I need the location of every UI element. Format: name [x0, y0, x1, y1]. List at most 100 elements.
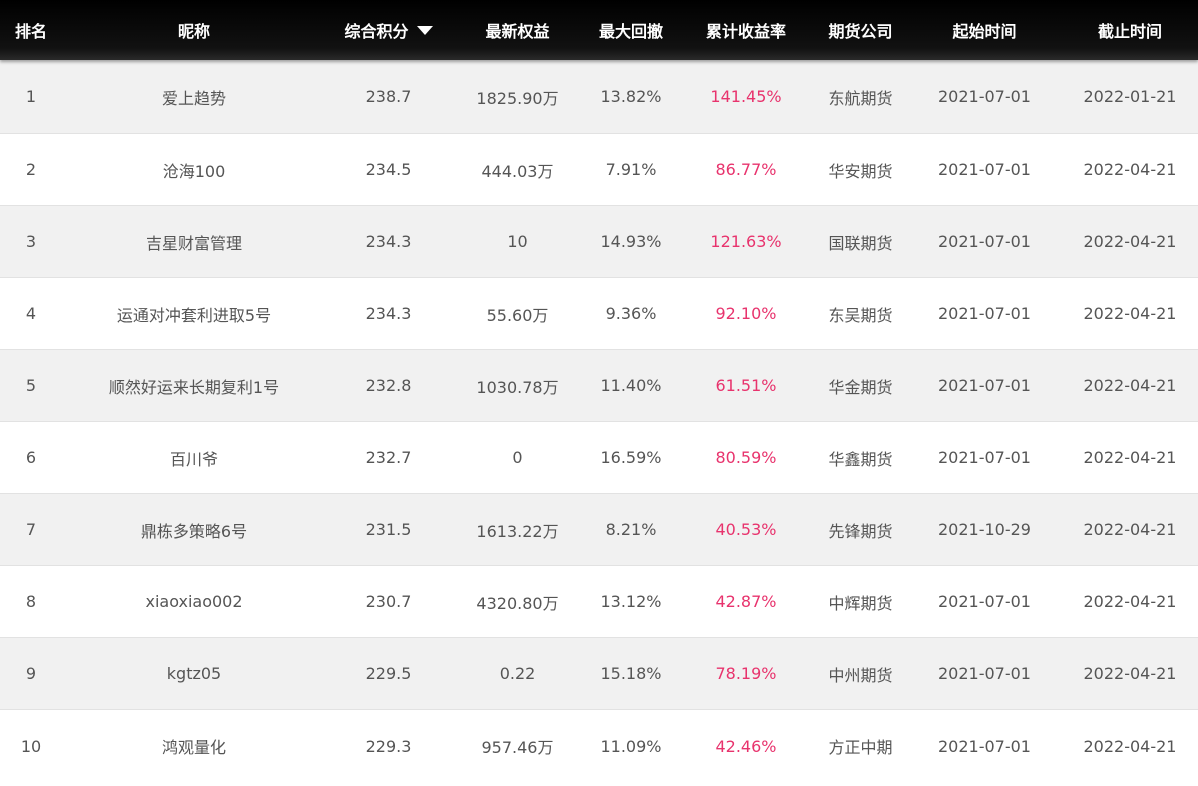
- table-row[interactable]: 6 百川爷 232.7 0 16.59% 80.59% 华鑫期货 2021-07…: [0, 422, 1198, 494]
- company-cell: 先锋期货: [828, 521, 893, 541]
- company-cell: 中州期货: [828, 665, 893, 685]
- table-row[interactable]: 1 爱上趋势 238.7 1825.90万 13.82% 141.45% 东航期…: [0, 60, 1198, 134]
- score-cell: 232.8: [365, 376, 412, 395]
- column-header-company[interactable]: 期货公司: [814, 18, 907, 42]
- table-row[interactable]: 2 沧海100 234.5 444.03万 7.91% 86.77% 华安期货 …: [0, 134, 1198, 206]
- score-cell: 232.7: [365, 448, 412, 467]
- rank-cell: 7: [25, 520, 37, 539]
- end-date-cell: 2022-04-21: [1083, 664, 1177, 683]
- rank-cell: 5: [25, 376, 37, 395]
- column-header-cumulative-return[interactable]: 累计收益率: [678, 18, 814, 42]
- company-cell: 东航期货: [828, 88, 893, 108]
- end-date-cell: 2022-04-21: [1083, 304, 1177, 323]
- equity-cell: 0.22: [499, 664, 536, 683]
- column-header-max-drawdown[interactable]: 最大回撤: [584, 18, 678, 42]
- cumulative-return-cell: 141.45%: [710, 87, 782, 106]
- start-date-cell: 2021-07-01: [938, 592, 1031, 611]
- max-drawdown-cell: 9.36%: [605, 304, 657, 323]
- table-header: 排名 昵称 综合积分 最新权益 最大回撤 累计收益率 期货公司 起始时间 截止时…: [0, 0, 1198, 60]
- ranking-table: 排名 昵称 综合积分 最新权益 最大回撤 累计收益率 期货公司 起始时间 截止时…: [0, 0, 1198, 782]
- column-header-score-label: 综合积分: [344, 22, 409, 41]
- end-date-cell: 2022-04-21: [1083, 448, 1177, 467]
- company-cell: 方正中期: [828, 738, 893, 757]
- score-cell: 229.3: [365, 736, 412, 756]
- column-header-end-date[interactable]: 截止时间: [1062, 18, 1198, 42]
- equity-cell: 10: [507, 232, 528, 251]
- name-cell[interactable]: 顺然好运来长期复利1号: [62, 374, 326, 398]
- cumulative-return-cell: 80.59%: [715, 448, 777, 467]
- score-cell: 230.7: [365, 592, 412, 611]
- name-cell[interactable]: 鼎栋多策略6号: [62, 518, 326, 542]
- end-date-cell: 2022-04-21: [1083, 160, 1177, 179]
- column-header-start-date[interactable]: 起始时间: [907, 18, 1062, 42]
- max-drawdown-cell: 11.09%: [600, 736, 662, 756]
- max-drawdown-cell: 16.59%: [600, 448, 662, 467]
- table-row[interactable]: 7 鼎栋多策略6号 231.5 1613.22万 8.21% 40.53% 先锋…: [0, 494, 1198, 566]
- start-date-cell: 2021-07-01: [938, 87, 1031, 106]
- cumulative-return-cell: 92.10%: [715, 304, 777, 323]
- max-drawdown-cell: 13.12%: [600, 592, 662, 611]
- column-header-rank[interactable]: 排名: [0, 18, 62, 42]
- caret-down-icon[interactable]: [416, 26, 433, 35]
- name-cell[interactable]: kgtz05: [62, 664, 326, 683]
- table-row[interactable]: 5 顺然好运来长期复利1号 232.8 1030.78万 11.40% 61.5…: [0, 350, 1198, 422]
- score-cell: 234.3: [365, 304, 412, 323]
- cumulative-return-cell: 86.77%: [715, 160, 777, 179]
- score-cell: 238.7: [365, 87, 412, 106]
- table-row[interactable]: 10 鸿观量化 229.3 957.46万 11.09% 42.46% 方正中期…: [0, 710, 1198, 782]
- rank-cell: 6: [25, 448, 37, 467]
- start-date-cell: 2021-07-01: [938, 376, 1031, 395]
- company-cell: 华安期货: [828, 161, 893, 181]
- max-drawdown-cell: 8.21%: [605, 520, 657, 539]
- rank-cell: 2: [25, 160, 37, 179]
- start-date-cell: 2021-07-01: [938, 304, 1031, 323]
- rank-cell: 9: [25, 664, 37, 683]
- column-header-name[interactable]: 昵称: [62, 18, 326, 42]
- name-cell[interactable]: 鸿观量化: [62, 734, 326, 758]
- company-cell: 中辉期货: [828, 593, 893, 613]
- name-cell[interactable]: xiaoxiao002: [62, 592, 326, 611]
- column-header-equity[interactable]: 最新权益: [451, 18, 584, 42]
- company-cell: 国联期货: [828, 233, 893, 253]
- name-cell[interactable]: 爱上趋势: [62, 85, 326, 109]
- score-cell: 234.5: [365, 160, 412, 179]
- end-date-cell: 2022-04-21: [1083, 232, 1177, 251]
- score-cell: 231.5: [365, 520, 412, 539]
- max-drawdown-cell: 11.40%: [600, 376, 662, 395]
- max-drawdown-cell: 13.82%: [600, 87, 662, 106]
- rank-cell: 3: [25, 232, 37, 251]
- score-cell: 234.3: [365, 232, 412, 251]
- cumulative-return-cell: 78.19%: [715, 664, 777, 683]
- name-cell[interactable]: 吉星财富管理: [62, 230, 326, 254]
- rank-cell: 1: [25, 87, 37, 106]
- rank-cell: 4: [25, 304, 37, 323]
- equity-cell: 55.60万: [486, 305, 549, 325]
- table-row[interactable]: 3 吉星财富管理 234.3 10 14.93% 121.63% 国联期货 20…: [0, 206, 1198, 278]
- end-date-cell: 2022-04-21: [1083, 736, 1177, 756]
- cumulative-return-cell: 42.46%: [715, 736, 777, 756]
- start-date-cell: 2021-07-01: [938, 664, 1031, 683]
- table-row[interactable]: 4 运通对冲套利进取5号 234.3 55.60万 9.36% 92.10% 东…: [0, 278, 1198, 350]
- cumulative-return-cell: 40.53%: [715, 520, 777, 539]
- start-date-cell: 2021-07-01: [938, 448, 1031, 467]
- name-cell[interactable]: 百川爷: [62, 446, 326, 470]
- equity-cell: 957.46万: [481, 738, 554, 757]
- name-cell[interactable]: 沧海100: [62, 158, 326, 182]
- table-row[interactable]: 9 kgtz05 229.5 0.22 15.18% 78.19% 中州期货 2…: [0, 638, 1198, 710]
- end-date-cell: 2022-04-21: [1083, 376, 1177, 395]
- equity-cell: 1613.22万: [476, 521, 559, 541]
- rank-cell: 10: [20, 736, 42, 756]
- start-date-cell: 2021-07-01: [938, 736, 1031, 756]
- end-date-cell: 2022-04-21: [1083, 520, 1177, 539]
- rank-cell: 8: [25, 592, 37, 611]
- table-row[interactable]: 8 xiaoxiao002 230.7 4320.80万 13.12% 42.8…: [0, 566, 1198, 638]
- equity-cell: 1825.90万: [476, 88, 559, 108]
- start-date-cell: 2021-07-01: [938, 160, 1031, 179]
- company-cell: 华鑫期货: [828, 449, 893, 469]
- max-drawdown-cell: 15.18%: [600, 664, 662, 683]
- cumulative-return-cell: 42.87%: [715, 592, 777, 611]
- company-cell: 东吴期货: [828, 305, 893, 325]
- name-cell[interactable]: 运通对冲套利进取5号: [62, 302, 326, 326]
- column-header-score[interactable]: 综合积分: [326, 18, 451, 42]
- cumulative-return-cell: 121.63%: [710, 232, 782, 251]
